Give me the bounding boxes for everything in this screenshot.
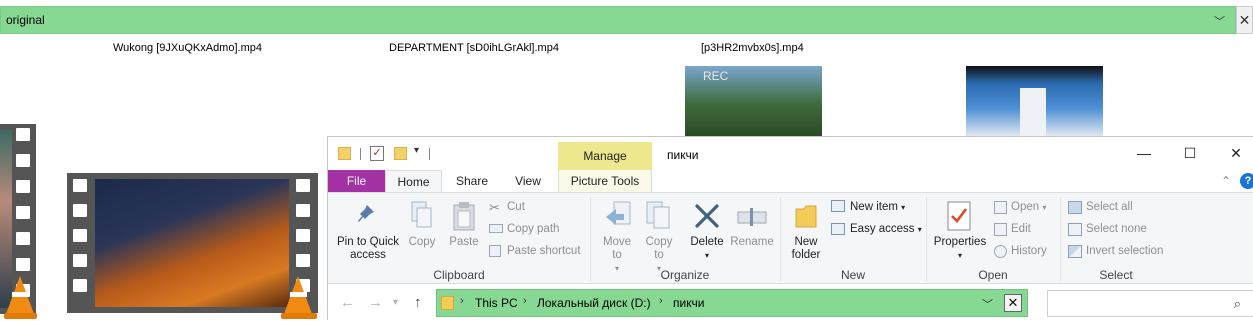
history-button[interactable]: History <box>1011 245 1047 257</box>
properties-label: Properties <box>933 236 987 248</box>
open-button[interactable]: Open ▾ <box>1011 201 1046 213</box>
clipboard-group-label: Clipboard <box>433 268 485 282</box>
invert-selection-button[interactable]: Invert selection <box>1086 245 1163 257</box>
tab-home[interactable]: Home <box>385 170 442 192</box>
search-icon: ⌕ <box>1233 296 1241 311</box>
easy-access-icon <box>831 223 845 235</box>
tab-file[interactable]: File <box>328 170 385 192</box>
paste-shortcut-icon <box>489 245 501 257</box>
edit-button[interactable]: Edit <box>1011 223 1031 235</box>
collapse-ribbon-icon[interactable]: ⌃ <box>1221 174 1231 188</box>
tab-manage[interactable]: Manage <box>558 142 652 170</box>
cut-button[interactable]: Cut <box>507 201 525 213</box>
open-icon <box>994 201 1007 214</box>
move-to-icon <box>604 201 632 234</box>
open-group-label: Open <box>978 268 1008 282</box>
ribbon: Pin to Quick access Copy Paste ✂ Cut Cop… <box>328 192 1253 284</box>
paste-icon <box>453 201 475 234</box>
copy-path-button[interactable]: Copy path <box>507 223 559 235</box>
delete-icon <box>694 203 720 232</box>
paste-button[interactable]: Paste <box>448 236 480 249</box>
new-item-icon <box>831 200 845 212</box>
tab-view[interactable]: View <box>502 170 554 192</box>
folder-icon <box>441 296 454 310</box>
chevron-right-icon[interactable]: › <box>460 295 464 307</box>
video-thumbnail-tower[interactable] <box>966 66 1103 136</box>
thumbnail-image <box>95 179 289 307</box>
search-input[interactable]: ⌕ <box>1047 290 1253 317</box>
minimize-button[interactable]: — <box>1121 141 1167 165</box>
navigation-row: ← → ▾ ↑ › This PC › Локальный диск (D:) … <box>328 284 1253 321</box>
cut-icon: ✂ <box>489 200 500 215</box>
copy-to-label: Copy to <box>645 236 673 261</box>
close-button[interactable]: ✕ <box>1213 141 1253 165</box>
address-clear-button[interactable]: ✕ <box>1004 294 1022 312</box>
new-folder-icon[interactable] <box>394 147 407 160</box>
background-clear-button[interactable]: ✕ <box>1236 6 1253 34</box>
file-name-department[interactable]: DEPARTMENT [sD0ihLGrAkl].mp4 <box>389 42 559 54</box>
history-icon <box>994 245 1007 258</box>
properties-check-icon[interactable]: ✓ <box>370 146 384 161</box>
file-name-wukong[interactable]: Wukong [9JXuQKxAdmo].mp4 <box>113 42 262 54</box>
rename-icon <box>737 207 767 230</box>
maximize-button[interactable]: ☐ <box>1167 141 1213 165</box>
delete-button[interactable]: Delete ▾ <box>688 236 726 262</box>
breadcrumb-pikchi[interactable]: пикчи <box>673 296 704 310</box>
new-item-button[interactable]: New item ▾ <box>850 201 905 213</box>
open-label: Open <box>1011 201 1040 213</box>
new-group-label: New <box>840 268 865 282</box>
edit-icon <box>994 223 1007 236</box>
customize-toolbar-icon[interactable]: ▾ <box>414 145 419 156</box>
video-thumbnail-department[interactable] <box>67 173 318 313</box>
paste-shortcut-button[interactable]: Paste shortcut <box>507 245 581 257</box>
background-address-text: original <box>6 13 45 27</box>
recent-locations-icon[interactable]: ▾ <box>393 297 398 308</box>
pin-icon <box>356 203 376 225</box>
file-name-p3hr2[interactable]: [p3HR2mvbx0s].mp4 <box>701 42 804 54</box>
video-thumbnail-trees[interactable]: REC <box>685 66 822 136</box>
properties-button[interactable]: Properties ▾ <box>930 236 990 262</box>
properties-icon <box>947 201 971 234</box>
select-none-icon <box>1068 223 1082 236</box>
rec-overlay-text: REC <box>703 69 729 83</box>
tab-share[interactable]: Share <box>446 170 498 192</box>
explorer-window: ✓ ▾ Manage пикчи — ☐ ✕ File Home Share V… <box>327 136 1253 321</box>
new-folder-button[interactable]: New folder <box>786 236 826 262</box>
window-title: пикчи <box>667 148 699 162</box>
ribbon-tabs: File Home Share View Picture Tools ⌃ ? <box>328 170 1253 192</box>
background-address-bar[interactable]: original ﹀ <box>0 6 1236 34</box>
organize-group-label: Organize <box>660 268 710 282</box>
easy-access-button[interactable]: Easy access ▾ <box>850 223 922 235</box>
chevron-down-icon[interactable]: ﹀ <box>1214 13 1225 29</box>
rename-button[interactable]: Rename <box>730 236 774 249</box>
folder-icon <box>338 147 351 160</box>
help-icon[interactable]: ? <box>1240 173 1253 189</box>
copy-button[interactable]: Copy <box>406 236 438 249</box>
back-arrow-icon[interactable]: ← <box>340 294 355 311</box>
breadcrumb-local-disk[interactable]: Локальный диск (D:) <box>537 296 651 310</box>
copy-to-icon <box>646 201 672 234</box>
breadcrumb-this-pc[interactable]: This PC <box>475 296 518 310</box>
delete-label: Delete <box>690 236 724 248</box>
title-bar: ✓ ▾ Manage пикчи — ☐ ✕ <box>328 137 1253 170</box>
easy-access-label: Easy access <box>850 223 915 235</box>
select-all-icon <box>1068 201 1082 214</box>
chevron-right-icon[interactable]: › <box>659 295 663 307</box>
chevron-right-icon[interactable]: › <box>523 295 527 307</box>
tab-picture-tools[interactable]: Picture Tools <box>558 170 652 192</box>
new-item-label: New item <box>850 201 898 213</box>
up-arrow-icon[interactable]: ↑ <box>414 294 422 311</box>
copy-path-icon <box>489 224 503 233</box>
new-folder-icon <box>794 203 818 232</box>
move-to-label: Move to <box>602 236 632 261</box>
select-group-label: Select <box>1099 268 1133 282</box>
forward-arrow-icon[interactable]: → <box>368 294 383 311</box>
copy-icon <box>411 201 433 232</box>
pin-to-quick-access-button[interactable]: Pin to Quick access <box>334 236 402 262</box>
invert-selection-icon <box>1068 245 1082 258</box>
address-dropdown-icon[interactable]: ﹀ <box>982 296 993 312</box>
address-bar[interactable]: › This PC › Локальный диск (D:) › пикчи … <box>436 289 1028 317</box>
select-none-button[interactable]: Select none <box>1086 223 1147 235</box>
select-all-button[interactable]: Select all <box>1086 201 1133 213</box>
